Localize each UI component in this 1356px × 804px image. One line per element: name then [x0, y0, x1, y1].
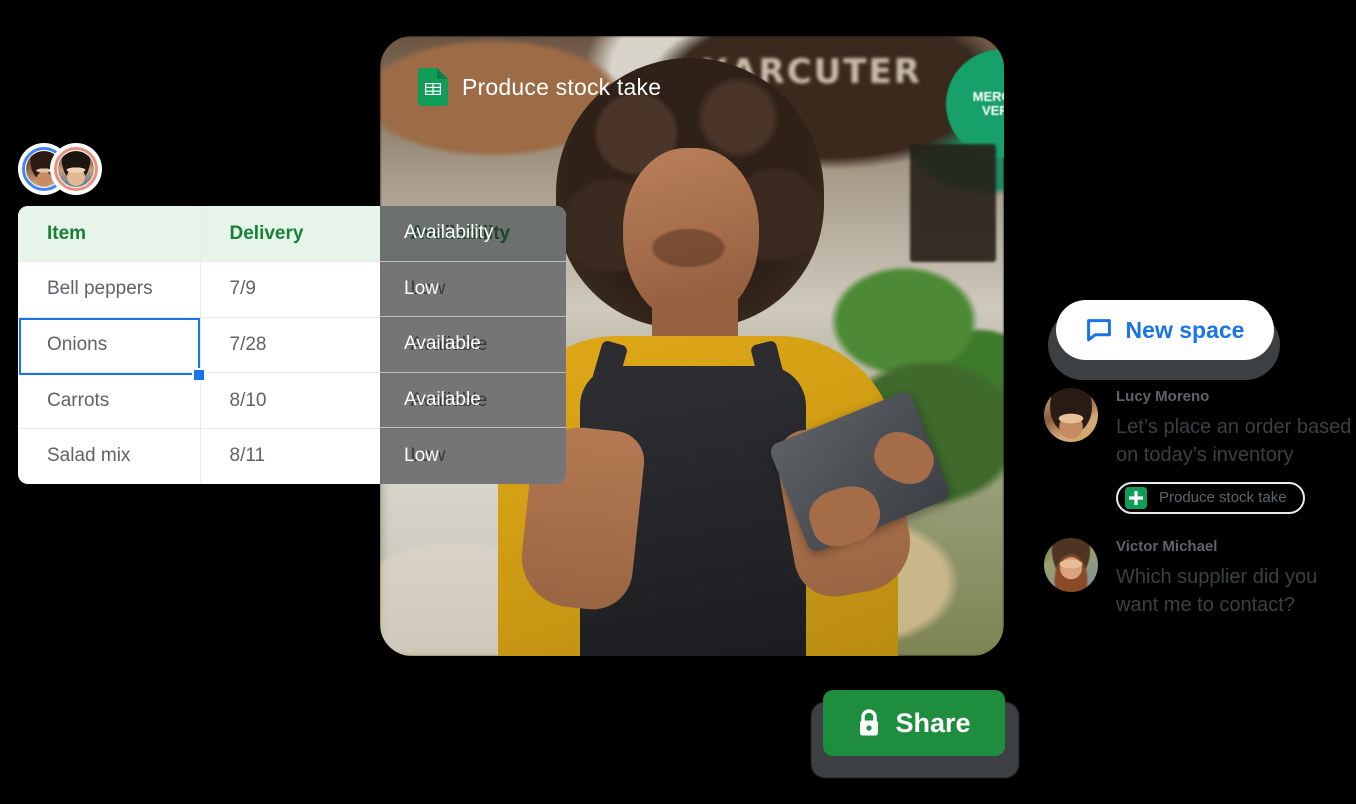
cell-availability[interactable]: Low	[381, 428, 566, 484]
new-space-label: New space	[1125, 316, 1245, 343]
market-badge-line2: VERD	[981, 103, 1004, 118]
promo-composite: XARCUTER MERCAT VERD	[0, 0, 1356, 804]
chat-message: Victor Michael Which supplier did you wa…	[1036, 537, 1356, 620]
cell-item[interactable]: Bell peppers	[18, 261, 201, 318]
column-header-delivery[interactable]: Delivery	[200, 206, 382, 263]
chat-message: Lucy Moreno Let’s place an order based o…	[1036, 388, 1356, 514]
chat-bubble-icon	[1086, 318, 1112, 342]
table-header-row: Item Delivery Availability	[18, 206, 566, 263]
share-button-group: Share	[805, 690, 1019, 778]
fill-handle[interactable]	[192, 368, 206, 382]
message-attachment-chip[interactable]: Produce stock take	[1116, 481, 1305, 514]
chat-panel: New space Lucy Moreno Let’s place an ord…	[1036, 300, 1356, 620]
google-sheets-icon	[1125, 486, 1147, 509]
cell-delivery[interactable]: 8/11	[200, 428, 382, 484]
lock-icon	[857, 709, 881, 737]
cell-delivery[interactable]: 7/9	[200, 261, 382, 318]
attachment-label: Produce stock take	[1159, 489, 1287, 507]
avatar	[50, 143, 102, 195]
cell-availability[interactable]: Available	[381, 317, 566, 374]
cell-delivery[interactable]: 7/28	[200, 317, 382, 374]
message-text: Which supplier did you want me to contac…	[1116, 565, 1318, 617]
cell-item[interactable]: Salad mix	[18, 428, 201, 484]
avatar	[1044, 388, 1098, 442]
table-row[interactable]: Bell peppers 7/9 Low	[18, 261, 566, 318]
message-sender: Lucy Moreno	[1116, 388, 1210, 405]
collaborator-avatars	[18, 143, 102, 195]
new-space-button[interactable]: New space	[1056, 300, 1274, 360]
share-button-label: Share	[895, 707, 971, 738]
document-title: Produce stock take	[462, 73, 662, 100]
avatar	[1044, 537, 1098, 592]
cell-availability[interactable]: Low	[381, 261, 566, 318]
cell-item[interactable]: Carrots	[18, 372, 201, 429]
document-title-bar: Produce stock take	[418, 68, 661, 106]
message-sender: Victor Michael	[1116, 537, 1218, 555]
column-header-availability[interactable]: Availability	[381, 206, 566, 263]
share-button[interactable]: Share	[823, 690, 1005, 756]
message-text: Let’s place an order based on today’s in…	[1116, 416, 1352, 467]
chalkboard-sign	[910, 144, 996, 262]
column-header-item[interactable]: Item	[18, 206, 201, 263]
table-row[interactable]: Carrots 8/10 Available	[18, 372, 566, 429]
new-space-button-group: New space	[1044, 300, 1284, 382]
google-sheets-icon	[418, 68, 448, 106]
table-row[interactable]: Salad mix 8/11 Low	[18, 428, 566, 484]
market-badge-line1: MERCAT	[972, 89, 1004, 105]
selected-cell-outline[interactable]	[19, 318, 200, 375]
cell-availability[interactable]: Available	[381, 372, 566, 429]
cell-delivery[interactable]: 8/10	[200, 372, 382, 429]
